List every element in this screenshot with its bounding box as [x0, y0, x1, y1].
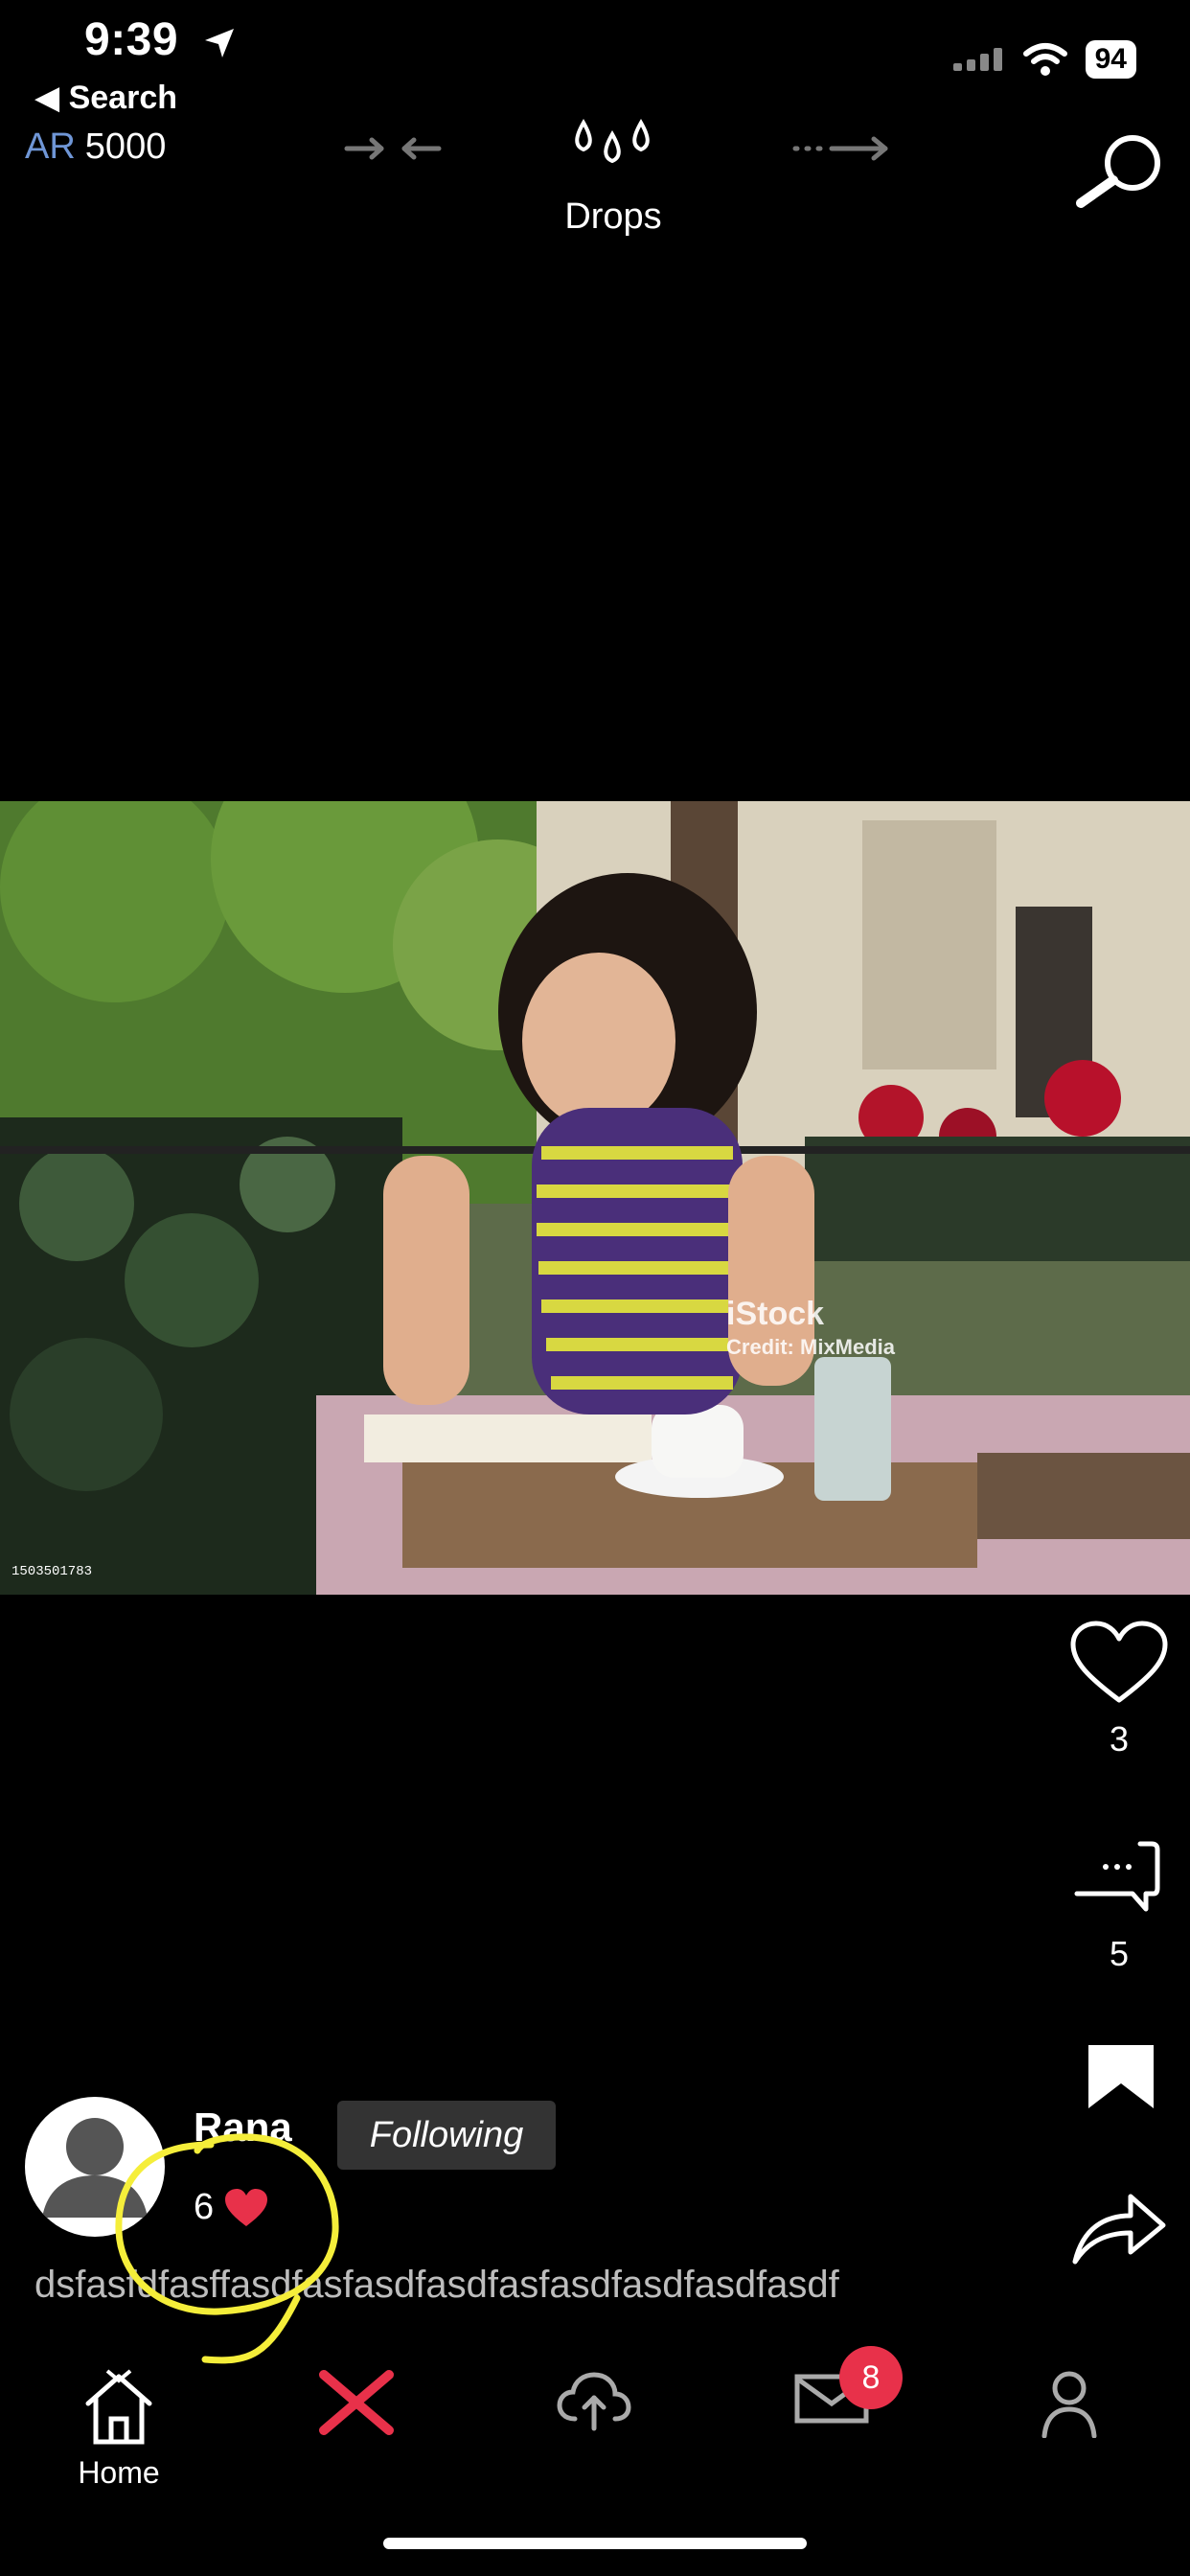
home-icon	[85, 2369, 152, 2445]
comment-count: 5	[1109, 1934, 1130, 1973]
status-icons: 94	[952, 40, 1136, 79]
location-arrow-icon	[205, 29, 234, 58]
x-logo-icon	[319, 2370, 394, 2435]
tab-home[interactable]: Home	[61, 2369, 176, 2491]
home-indicator[interactable]	[383, 2538, 807, 2549]
inbox-badge: 8	[839, 2346, 903, 2409]
page-title[interactable]: Drops	[517, 196, 709, 238]
balance-value: 5000	[84, 126, 167, 167]
share-icon[interactable]	[1071, 2189, 1167, 2267]
status-time: 9:39	[84, 14, 179, 65]
watermark-brand: iStock	[726, 1296, 825, 1332]
tab-home-label: Home	[78, 2455, 160, 2490]
highlight-annotation	[115, 2133, 339, 2364]
tab-x[interactable]	[299, 2369, 414, 2436]
post-image[interactable]: iStock Credit: MixMedia 1503501783	[0, 801, 1190, 1595]
heart-outline-icon[interactable]	[1069, 1620, 1169, 1708]
like-count: 3	[1109, 1719, 1130, 1759]
image-id-label: 1503501783	[11, 1564, 93, 1579]
search-icon[interactable]	[1073, 132, 1169, 209]
cafe-photo	[0, 801, 1190, 1595]
watermark-credit: Credit: MixMedia	[726, 1335, 896, 1359]
profile-icon	[1041, 2371, 1097, 2438]
tab-profile[interactable]	[1012, 2369, 1127, 2438]
following-button[interactable]: Following	[337, 2101, 556, 2170]
stock-watermark: iStock Credit: MixMedia	[726, 1296, 895, 1360]
battery-indicator: 94	[1085, 40, 1136, 79]
currency-label: AR	[25, 126, 76, 167]
swipe-right-arrow-icon[interactable]	[791, 134, 891, 163]
signal-icon	[952, 48, 1002, 71]
comment-icon[interactable]	[1073, 1840, 1161, 1915]
drops-icon[interactable]	[570, 117, 654, 171]
swipe-left-arrows-icon[interactable]	[343, 134, 443, 163]
cloud-upload-icon	[557, 2372, 631, 2431]
wifi-icon	[1022, 43, 1067, 76]
back-to-search-link[interactable]: ◀ Search	[34, 79, 177, 117]
ar-balance[interactable]: AR 5000	[25, 126, 166, 168]
tab-upload[interactable]	[537, 2369, 652, 2432]
bookmark-icon[interactable]	[1087, 2043, 1156, 2110]
